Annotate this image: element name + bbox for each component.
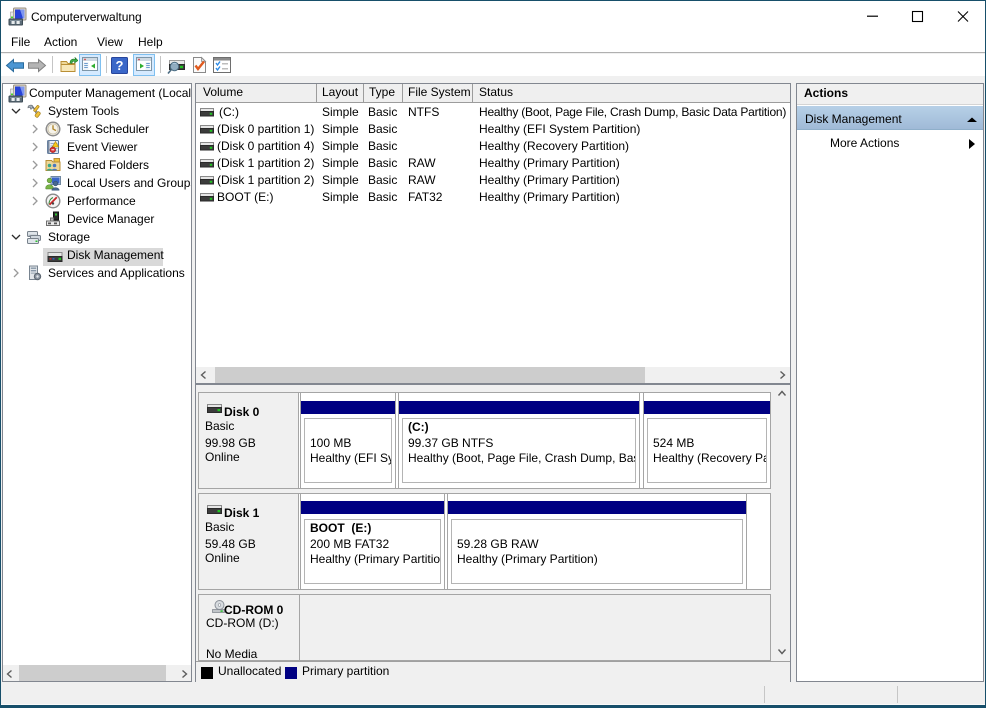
svg-text:?: ? bbox=[116, 58, 124, 73]
